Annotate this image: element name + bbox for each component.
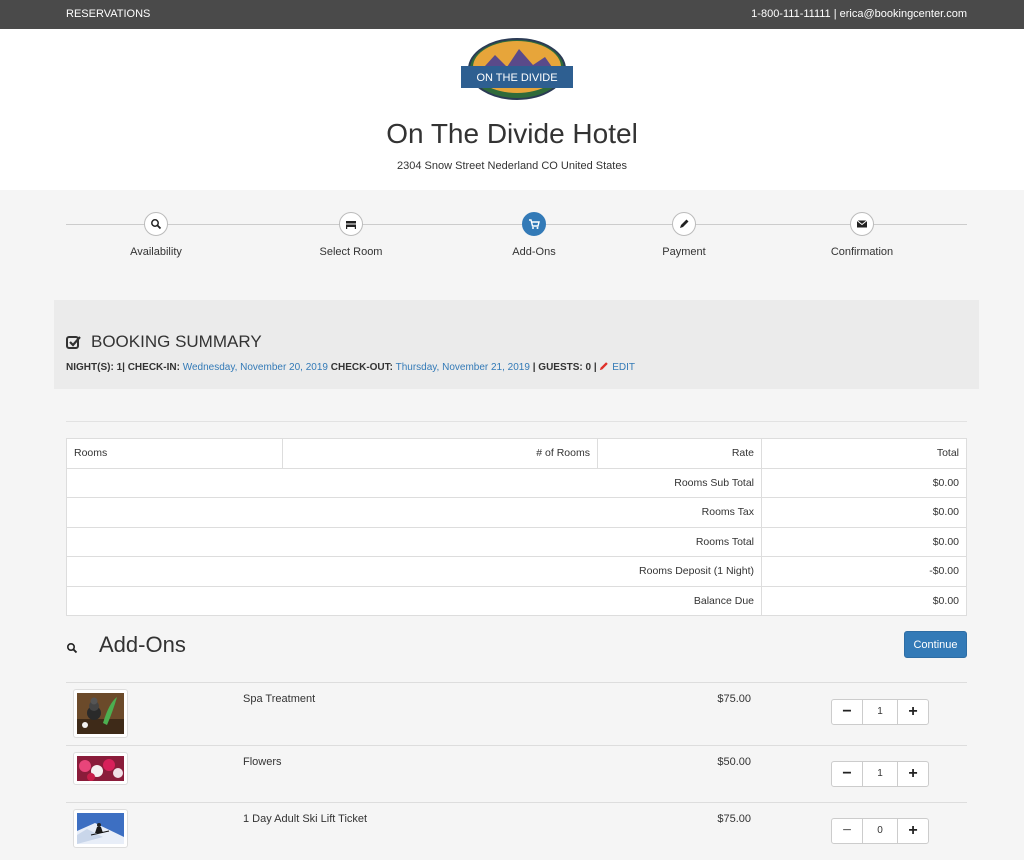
quantity-input[interactable]: 0 [863,819,897,843]
step-confirmation[interactable]: Confirmation [792,212,932,258]
column-header: Total [761,438,967,469]
addon-thumbnail [73,809,128,848]
addon-row-ski-ticket: 1 Day Adult Ski Lift Ticket $75.00 − 0 + [66,802,967,860]
increment-button[interactable]: + [897,819,928,843]
addon-price: $50.00 [717,756,751,768]
hotel-address: 2304 Snow Street Nederland CO United Sta… [397,160,627,172]
table-row: Rooms Tax $0.00 [66,497,967,528]
decrement-button[interactable]: − [832,819,863,843]
rooms-table: Rooms # of Rooms Rate Total Rooms Sub To… [66,438,967,616]
addon-price: $75.00 [717,813,751,825]
column-header: Rate [597,438,762,469]
hotel-header: ON THE DIVIDE On The Divide Hotel 2304 S… [0,29,1024,190]
addon-price: $75.00 [717,693,751,705]
summary-title-text: BOOKING SUMMARY [91,332,262,351]
addon-row-flowers: Flowers $50.00 − 1 + [66,745,967,802]
divider [66,421,967,422]
step-label: Confirmation [830,246,894,258]
addon-thumbnail [73,752,128,785]
addon-name: Flowers [243,756,282,768]
spa-image-icon [77,693,124,734]
bed-icon [346,221,356,229]
row-value: $0.00 [761,497,967,528]
quantity-stepper: − 0 + [831,818,929,844]
pencil-icon [680,219,689,228]
table-header-row: Rooms # of Rooms Rate Total [66,438,967,469]
row-value: -$0.00 [761,556,967,587]
checkin-value: Wednesday, November 20, 2019 [182,362,328,373]
checkbox-icon [66,335,81,349]
table-row: Rooms Total $0.00 [66,526,967,557]
quantity-input[interactable]: 1 [863,700,897,724]
addon-thumbnail [73,689,128,738]
top-bar: RESERVATIONS 1-800-111-11111 | erica@boo… [0,0,1024,29]
quantity-stepper: − 1 + [831,761,929,787]
reservations-link[interactable]: RESERVATIONS [66,8,150,20]
step-payment[interactable]: Payment [614,212,754,258]
step-label: Availability [130,246,182,258]
edit-label: EDIT [612,362,636,373]
nights-label: NIGHT(S): [66,362,114,373]
step-select-room[interactable]: Select Room [281,212,421,258]
quantity-stepper: − 1 + [831,699,929,725]
cart-icon [529,219,540,229]
table-row: Balance Due $0.00 [66,585,967,616]
row-value: $0.00 [761,467,967,498]
addon-name: Spa Treatment [243,693,316,705]
quantity-input[interactable]: 1 [863,762,897,786]
step-label: Add-Ons [512,246,556,258]
addons-heading: Add-Ons [99,632,186,657]
search-icon [66,642,78,654]
addon-name: 1 Day Adult Ski Lift Ticket [243,813,368,825]
booking-summary-title: BOOKING SUMMARY [66,332,262,352]
checkout-label: CHECK-OUT: [330,362,393,373]
addon-row-spa: Spa Treatment $75.00 − 1 + [66,682,967,745]
increment-button[interactable]: + [897,700,928,724]
row-value: $0.00 [761,526,967,557]
booking-details: NIGHT(S): 1| CHECK-IN: Wednesday, Novemb… [66,361,635,373]
hotel-logo: ON THE DIVIDE [461,37,573,101]
row-label: Rooms Total [66,526,762,557]
checkout-value: Thursday, November 21, 2019 [395,362,530,373]
guests-label: | GUESTS: 0 | [532,362,597,373]
step-label: Payment [662,246,706,258]
table-row: Rooms Sub Total $0.00 [66,467,967,498]
row-label: Balance Due [66,585,762,616]
checkin-label: | CHECK-IN: [122,362,180,373]
step-availability[interactable]: Availability [86,212,226,258]
flowers-image-icon [77,756,124,781]
step-label: Select Room [319,246,383,258]
ski-image-icon [77,813,124,844]
table-row: Rooms Deposit (1 Night) -$0.00 [66,556,967,587]
progress-steps: Availability Select Room Add-Ons Payment… [66,212,967,272]
column-header: Rooms [66,438,283,469]
row-label: Rooms Deposit (1 Night) [66,556,762,587]
pencil-icon [600,362,609,371]
search-icon [151,219,162,230]
logo-text: ON THE DIVIDE [476,72,557,84]
row-label: Rooms Tax [66,497,762,528]
contact-info[interactable]: 1-800-111-11111 | erica@bookingcenter.co… [751,8,967,20]
addons-header: Add-Ons Continue [66,628,967,664]
decrement-button[interactable]: − [832,762,863,786]
booking-summary: BOOKING SUMMARY NIGHT(S): 1| CHECK-IN: W… [54,300,979,389]
hotel-name: On The Divide Hotel [386,118,638,149]
step-add-ons[interactable]: Add-Ons [464,212,604,258]
increment-button[interactable]: + [897,762,928,786]
edit-link[interactable]: EDIT [599,362,635,373]
continue-button[interactable]: Continue [904,631,967,658]
envelope-icon [856,220,868,228]
decrement-button[interactable]: − [832,700,863,724]
column-header: # of Rooms [282,438,598,469]
row-label: Rooms Sub Total [66,467,762,498]
row-value: $0.00 [761,585,967,616]
